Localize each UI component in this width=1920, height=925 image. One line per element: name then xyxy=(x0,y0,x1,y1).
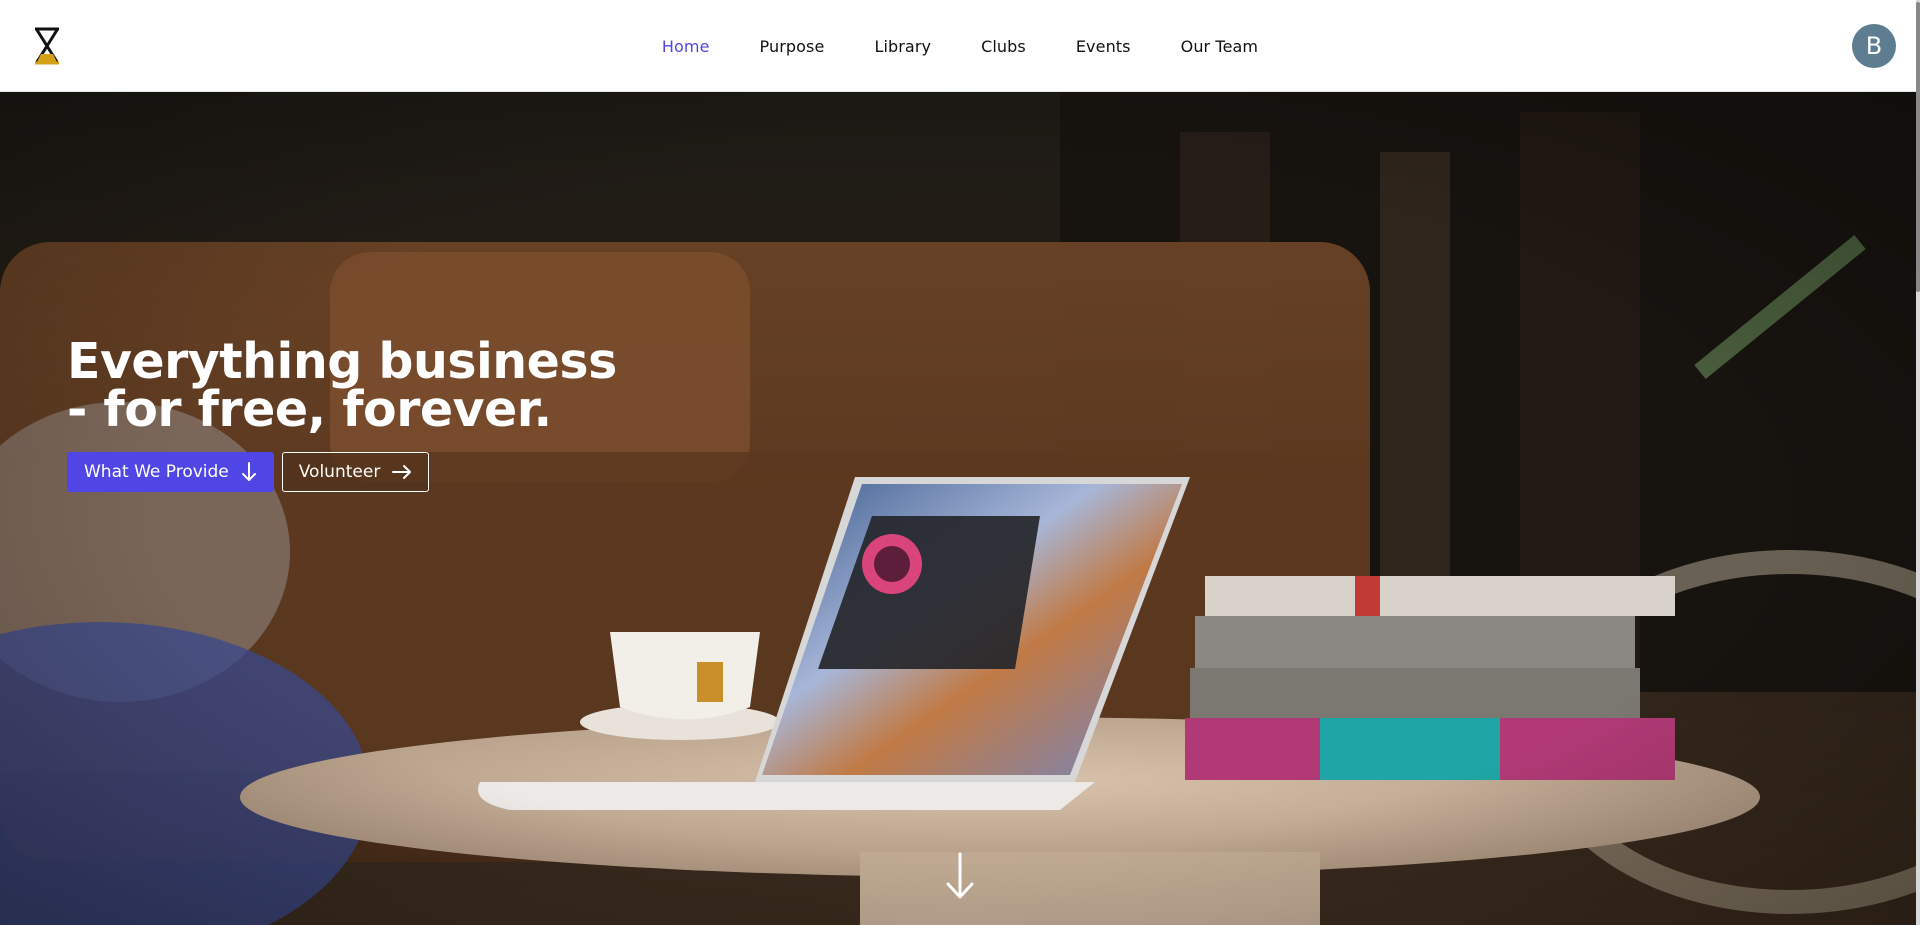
hero-title-line-2: - for free, forever. xyxy=(67,381,552,438)
top-navbar: Home Purpose Library Clubs Events Our Te… xyxy=(0,0,1920,92)
nav-link-purpose[interactable]: Purpose xyxy=(735,37,850,56)
user-avatar[interactable]: B xyxy=(1852,24,1896,68)
arrow-down-icon xyxy=(241,462,257,482)
hero-section: Everything business - for free, forever.… xyxy=(0,92,1920,925)
main-nav: Home Purpose Library Clubs Events Our Te… xyxy=(0,0,1920,92)
what-we-provide-label: What We Provide xyxy=(84,462,229,482)
hero-background-image xyxy=(0,92,1920,925)
hero-title: Everything business - for free, forever. xyxy=(67,337,627,434)
volunteer-label: Volunteer xyxy=(298,462,381,482)
scroll-down-arrow-icon[interactable] xyxy=(944,852,976,900)
hero-buttons: What We Provide Volunteer xyxy=(67,452,627,492)
nav-link-events[interactable]: Events xyxy=(1051,37,1156,56)
hero-content: Everything business - for free, forever.… xyxy=(67,337,627,492)
what-we-provide-button[interactable]: What We Provide xyxy=(67,452,274,492)
nav-link-our-team[interactable]: Our Team xyxy=(1156,37,1284,56)
page-scrollbar-thumb[interactable] xyxy=(1916,2,1920,292)
nav-link-home[interactable]: Home xyxy=(637,37,735,56)
arrow-right-icon xyxy=(392,464,412,480)
nav-link-clubs[interactable]: Clubs xyxy=(956,37,1051,56)
nav-link-library[interactable]: Library xyxy=(849,37,956,56)
volunteer-button[interactable]: Volunteer xyxy=(281,452,430,492)
